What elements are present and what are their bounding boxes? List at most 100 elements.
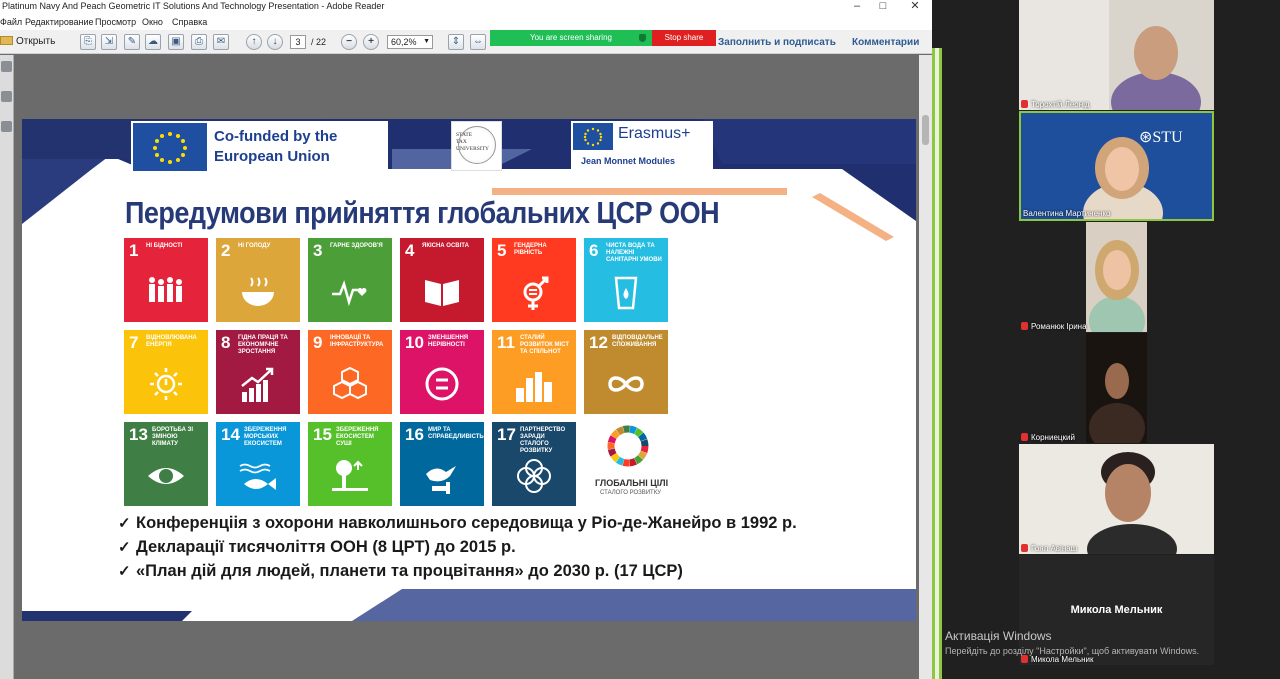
participant-tile[interactable]: Гоял Авінаш bbox=[1019, 444, 1214, 554]
shield-icon bbox=[639, 34, 646, 42]
participant-tile[interactable]: Романюк Ірина bbox=[1019, 222, 1214, 332]
zoom-select[interactable]: 60,2% ▼ bbox=[387, 35, 433, 49]
participant-tile[interactable]: Корниецкий bbox=[1019, 333, 1214, 443]
sdg-tile: 15 Збереження екосистем суші bbox=[308, 422, 392, 506]
open-label: Открыть bbox=[16, 36, 56, 47]
attachments-icon[interactable] bbox=[1, 121, 12, 132]
eu-flag-icon bbox=[133, 123, 207, 171]
fit-page-icon[interactable]: ⇕ bbox=[448, 34, 464, 50]
sdg-tile: 17 Партнерство заради сталого розвитку bbox=[492, 422, 576, 506]
family-icon bbox=[149, 277, 182, 302]
pdf-export-icon[interactable]: ⇲ bbox=[101, 34, 117, 50]
water-glass-icon bbox=[614, 276, 638, 310]
scrollbar-thumb[interactable] bbox=[922, 115, 929, 145]
global-goals-label: ГЛОБАЛЬНІ ЦІЛІ bbox=[595, 478, 669, 488]
jean-monnet-text: Jean Monnet Modules bbox=[581, 156, 676, 166]
mic-muted-icon bbox=[1021, 655, 1028, 663]
eu-flag-icon bbox=[573, 123, 613, 150]
zoom-in-icon[interactable]: + bbox=[363, 34, 379, 50]
email-icon[interactable]: ✉ bbox=[213, 34, 229, 50]
sdg-tile: 3 Гарне здоров'я bbox=[308, 238, 392, 322]
infinity-icon bbox=[608, 376, 644, 392]
slide-page: Co-funded by the European Union STATE TA… bbox=[22, 119, 916, 621]
participant-name: Романюк Ірина bbox=[1021, 322, 1087, 331]
partnership-rings-icon bbox=[517, 459, 551, 493]
checkmark-icon: ✓ bbox=[118, 563, 131, 580]
sdg-tile: 12 Відповідальне споживання bbox=[584, 330, 668, 414]
stop-share-button[interactable]: Stop share bbox=[652, 30, 716, 46]
participant-tile[interactable]: Торохтій Леонід bbox=[1019, 0, 1214, 110]
navigation-pane bbox=[0, 55, 14, 679]
participant-tile-active[interactable]: ⊛STU Валентина Мартиненко bbox=[1019, 111, 1214, 221]
person-face bbox=[1105, 147, 1139, 191]
city-icon bbox=[516, 372, 552, 402]
create-pdf-icon[interactable]: ⎘ bbox=[80, 34, 96, 50]
menu-help[interactable]: Справка bbox=[172, 17, 207, 27]
zoom-value: 60,2% bbox=[391, 37, 417, 47]
sun-power-icon bbox=[150, 368, 182, 400]
cloud-upload-icon[interactable]: ☁ bbox=[145, 34, 161, 50]
maximize-icon[interactable]: □ bbox=[868, 0, 898, 14]
gender-equality-icon bbox=[523, 276, 549, 310]
sdg-tile: 2 Ні голоду bbox=[216, 238, 300, 322]
menu-edit[interactable]: Редактирование bbox=[25, 17, 94, 27]
participant-display-name: Микола Мельник bbox=[1070, 604, 1163, 616]
person-face bbox=[1105, 363, 1129, 399]
menu-file[interactable]: Файл bbox=[0, 17, 22, 27]
fill-and-sign-button[interactable]: Заполнить и подписать bbox=[718, 37, 836, 48]
close-icon[interactable]: ✕ bbox=[900, 0, 930, 14]
page-total: / 22 bbox=[311, 37, 327, 47]
book-icon bbox=[425, 280, 459, 306]
adobe-reader-window: Platinum Navy And Peach Geometric IT Sol… bbox=[0, 0, 932, 679]
comments-button[interactable]: Комментарии bbox=[852, 37, 919, 48]
page-thumbnails-icon[interactable] bbox=[1, 61, 12, 72]
prev-page-icon[interactable]: ↑ bbox=[246, 34, 262, 50]
sdg-wheel-icon bbox=[607, 425, 649, 467]
sdg-tile: 5 Гендерна рівність bbox=[492, 238, 576, 322]
bullet-item: ✓ Конференціія з охорони навколишнього се… bbox=[118, 514, 797, 532]
mic-muted-icon bbox=[1021, 322, 1028, 330]
next-page-icon[interactable]: ↓ bbox=[267, 34, 283, 50]
toolbar: Открыть ⎘ ⇲ ✎ ☁ ▣ ⎙ ✉ ↑ ↓ 3 / 22 − + 60,… bbox=[0, 30, 932, 54]
save-icon[interactable]: ▣ bbox=[168, 34, 184, 50]
menu-window[interactable]: Окно bbox=[142, 17, 163, 27]
menu-view[interactable]: Просмотр bbox=[95, 17, 136, 27]
sdg-tile: 14 Збереження морських екосистем bbox=[216, 422, 300, 506]
checkmark-icon: ✓ bbox=[118, 539, 131, 556]
bullet-item: ✓ Декларації тисячоліття ООН (8 ЦРТ) до 2… bbox=[118, 538, 516, 556]
chevron-down-icon: ▼ bbox=[423, 38, 430, 45]
menu-bar: Файл Редактирование Просмотр Окно Справк… bbox=[0, 14, 932, 30]
eu-funding-text: Co-funded by the European Union bbox=[214, 128, 338, 165]
print-icon[interactable]: ⎙ bbox=[191, 34, 207, 50]
title-bar: Platinum Navy And Peach Geometric IT Sol… bbox=[0, 0, 932, 14]
sdg-tile: 13 Боротьба зі зміною клімату bbox=[124, 422, 208, 506]
bookmarks-icon[interactable] bbox=[1, 91, 12, 102]
tree-icon bbox=[332, 460, 368, 491]
fit-width-icon[interactable]: ⇔ bbox=[470, 34, 486, 50]
vertical-scrollbar[interactable] bbox=[919, 55, 932, 679]
sdg-tile: 4 Якісна освіта bbox=[400, 238, 484, 322]
bullet-item: ✓ «План дій для людей, планети та процвіт… bbox=[118, 562, 683, 580]
sdg-tile: 9 Інновації та інфраструктура bbox=[308, 330, 392, 414]
sdg-tile: 8 Гідна праця та економічне зростання bbox=[216, 330, 300, 414]
sdg-tile: 7 Відновлювана енергія bbox=[124, 330, 208, 414]
folder-icon bbox=[0, 36, 13, 45]
university-text: STATE TAX UNIVERSITY bbox=[456, 132, 489, 152]
person-face bbox=[1105, 464, 1151, 522]
zoom-out-icon[interactable]: − bbox=[341, 34, 357, 50]
participant-name: Валентина Мартиненко bbox=[1023, 209, 1111, 218]
edit-icon[interactable]: ✎ bbox=[124, 34, 140, 50]
state-tax-university-logo: STATE TAX UNIVERSITY bbox=[451, 121, 502, 171]
sharing-border bbox=[932, 48, 942, 679]
open-button[interactable]: Открыть bbox=[0, 34, 55, 50]
windows-activation-title: Активація Windows bbox=[945, 629, 1052, 643]
windows-activation-subtitle: Перейдіть до розділу "Настройки", щоб ак… bbox=[945, 646, 1200, 656]
stop-share-label: Stop share bbox=[664, 33, 704, 42]
screen-sharing-text: You are screen sharing bbox=[530, 33, 612, 42]
erasmus-logo: Erasmus+ Jean Monnet Modules bbox=[571, 121, 713, 169]
fish-icon bbox=[239, 463, 276, 490]
mic-muted-icon bbox=[1021, 544, 1028, 552]
eu-funding-logo: Co-funded by the European Union bbox=[131, 121, 388, 173]
page-number-input[interactable]: 3 bbox=[290, 35, 306, 49]
heartbeat-icon bbox=[332, 280, 367, 307]
